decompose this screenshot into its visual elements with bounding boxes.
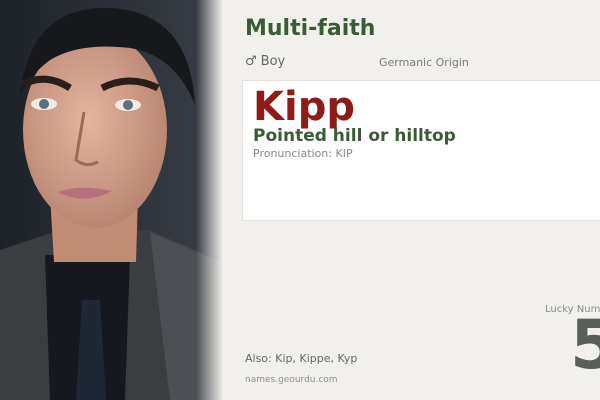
lucky-number: 5 [570,306,600,385]
category-title: Multi-faith [245,16,376,41]
alternate-spellings: Also: Kip, Kippe, Kyp [245,352,358,365]
origin-label: Germanic Origin [379,56,469,69]
gender-text: Boy [260,54,286,69]
name-card: Kipp Pointed hill or hilltop Pronunciati… [242,80,600,221]
pronunciation: Pronunciation: KIP [253,147,353,160]
site-url: names.geourdu.com [245,375,338,385]
baby-name: Kipp [253,84,355,130]
portrait-photo [0,0,222,400]
male-icon: ♂ [245,54,257,69]
gender-label: ♂ Boy [245,54,285,69]
name-meaning: Pointed hill or hilltop [253,126,456,146]
photo-fade [196,0,222,400]
portrait-illustration [0,0,222,400]
